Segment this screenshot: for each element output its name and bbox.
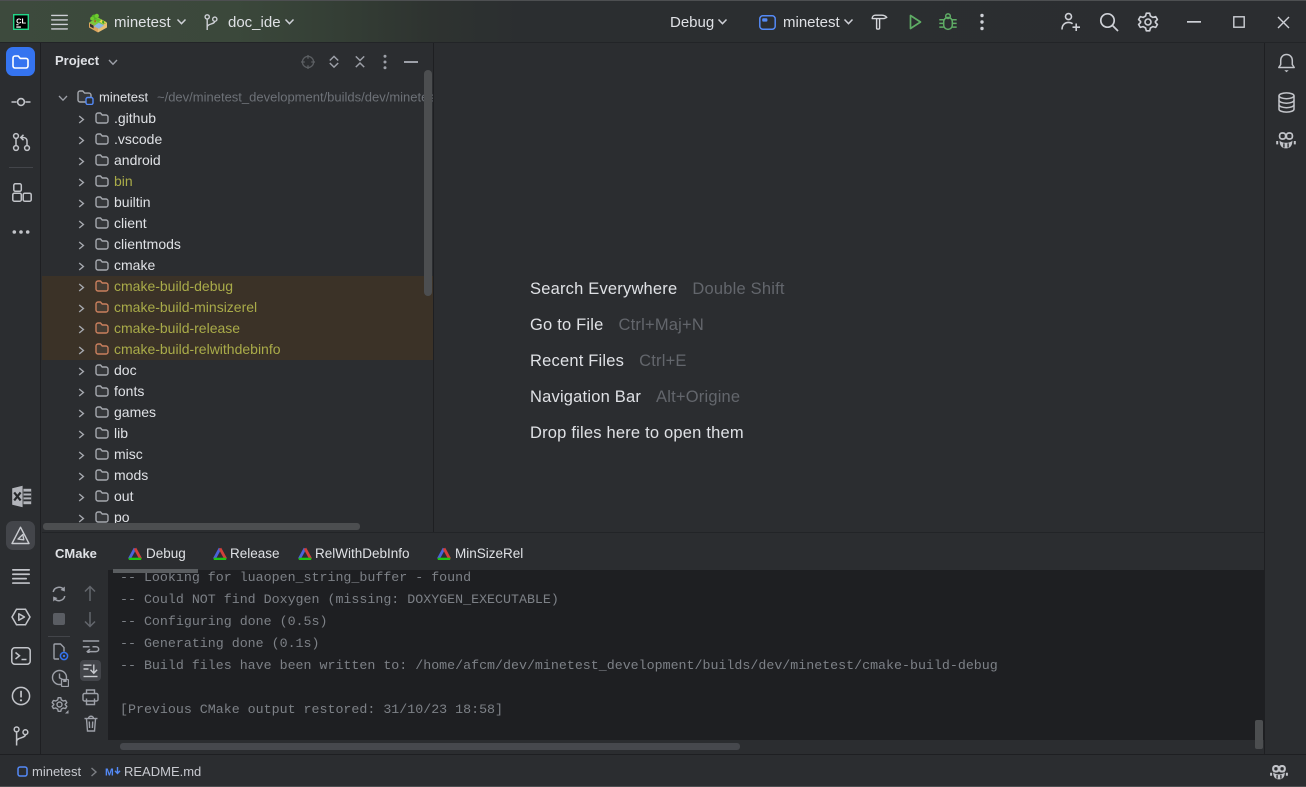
- svg-text:CL: CL: [16, 16, 26, 25]
- svg-text:M: M: [105, 767, 114, 778]
